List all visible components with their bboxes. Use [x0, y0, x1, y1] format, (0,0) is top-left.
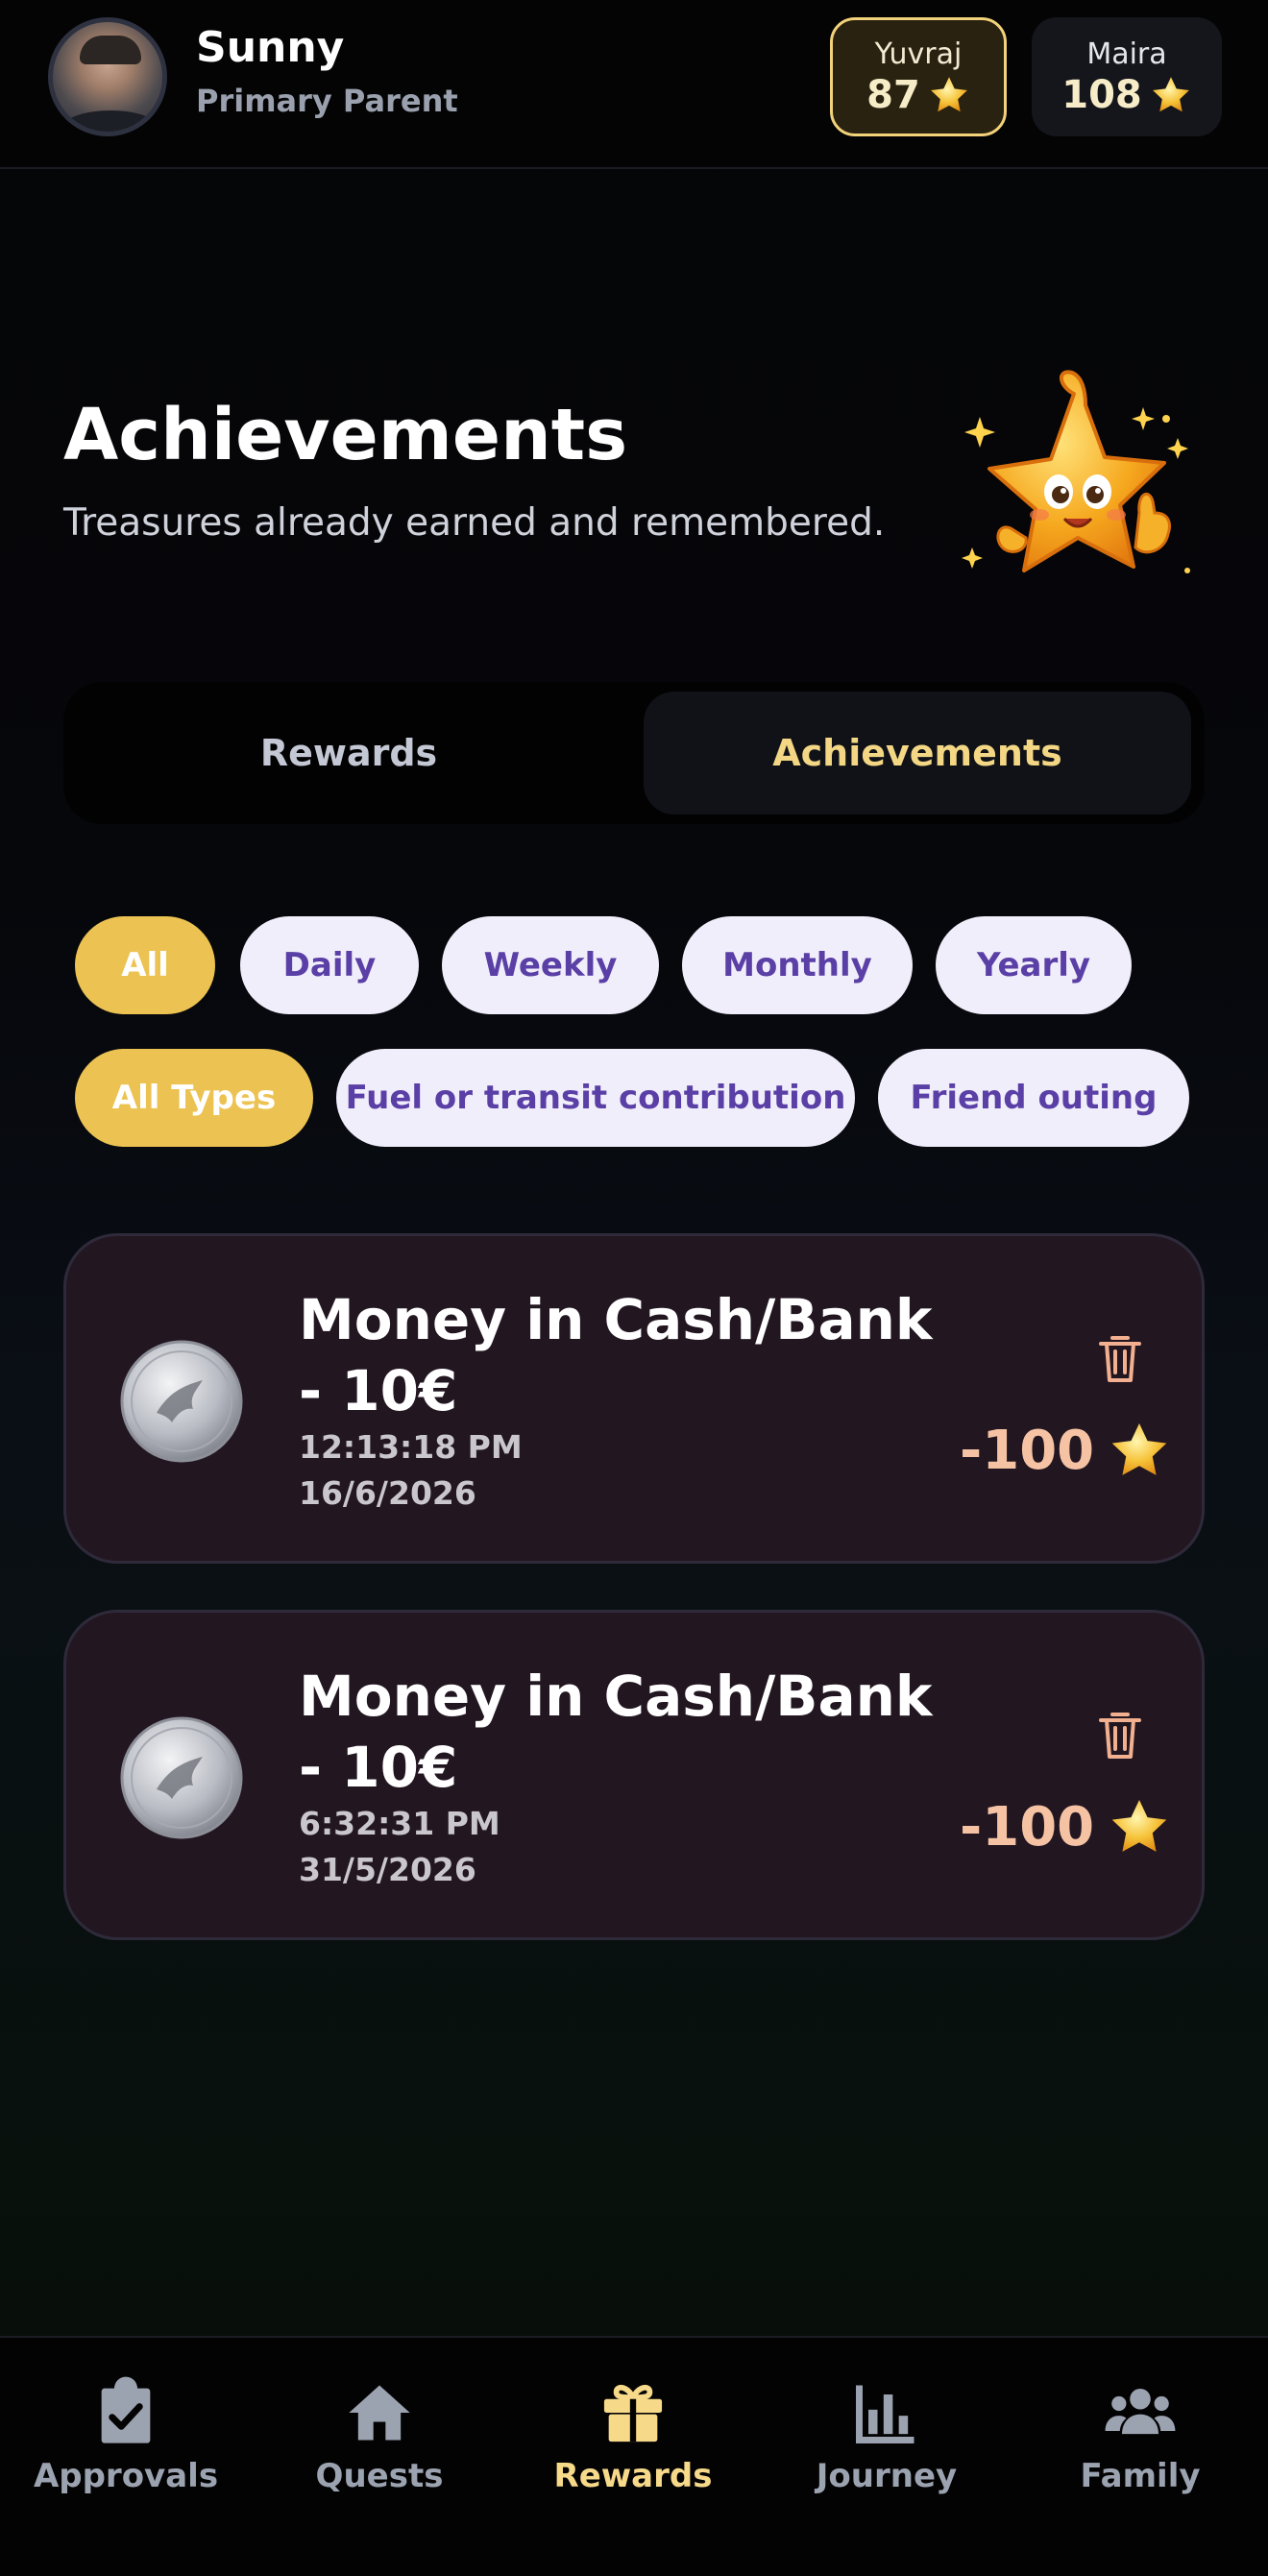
filter-monthly[interactable]: Monthly — [682, 916, 913, 1014]
star-icon — [1152, 76, 1189, 111]
kid-selector-yuvraj[interactable]: Yuvraj 87 — [830, 17, 1007, 136]
nav-journey[interactable]: Journey — [767, 2376, 1007, 2495]
trash-icon[interactable] — [1096, 1709, 1144, 1762]
avatar[interactable] — [48, 17, 167, 136]
bottom-navigation: Approvals Quests Rewards Journey Family — [0, 2336, 1268, 2576]
achievement-title: Money in Cash/Bank - 10€ — [299, 1287, 933, 1423]
achievement-timestamp: 6:32:31 PM 31/5/2026 — [299, 1801, 500, 1893]
filter-friend-outing[interactable]: Friend outing — [878, 1049, 1189, 1147]
rewards-achievements-toggle: Rewards Achievements — [63, 682, 1205, 824]
coin-icon — [120, 1716, 243, 1839]
tab-achievements[interactable]: Achievements — [644, 692, 1191, 814]
nav-label: Rewards — [553, 2457, 713, 2495]
tab-rewards[interactable]: Rewards — [73, 692, 624, 814]
achievement-timestamp: 12:13:18 PM 16/6/2026 — [299, 1424, 523, 1517]
filter-weekly[interactable]: Weekly — [442, 916, 659, 1014]
nav-label: Quests — [315, 2457, 444, 2495]
achievement-time: 12:13:18 PM — [299, 1428, 523, 1466]
achievement-card[interactable]: Money in Cash/Bank - 10€ 6:32:31 PM 31/5… — [63, 1610, 1205, 1940]
points-value: -100 — [960, 1419, 1095, 1482]
user-role: Primary Parent — [196, 83, 458, 119]
clipboard-check-icon — [101, 2376, 151, 2443]
kid-points-value: 108 — [1061, 72, 1142, 117]
filter-yearly[interactable]: Yearly — [936, 916, 1132, 1014]
achievement-date: 31/5/2026 — [299, 1851, 476, 1888]
nav-approvals[interactable]: Approvals — [6, 2376, 246, 2495]
star-icon — [930, 76, 967, 111]
filter-all[interactable]: All — [75, 916, 215, 1014]
kid-selector-maira[interactable]: Maira 108 — [1032, 17, 1222, 136]
gift-icon — [603, 2385, 663, 2442]
kid-points-value: 87 — [866, 72, 920, 117]
user-name: Sunny — [196, 23, 345, 72]
trash-icon[interactable] — [1096, 1332, 1144, 1386]
nav-label: Journey — [816, 2457, 958, 2495]
achievement-date: 16/6/2026 — [299, 1474, 476, 1512]
top-header: Sunny Primary Parent Yuvraj 87 Maira 108 — [0, 0, 1268, 169]
page-subtitle: Treasures already earned and remembered. — [63, 501, 886, 545]
achievement-card[interactable]: Money in Cash/Bank - 10€ 12:13:18 PM 16/… — [63, 1233, 1205, 1564]
kid-points: 87 — [866, 73, 970, 117]
bar-chart-icon — [856, 2385, 914, 2443]
achievement-points: -100 — [960, 1795, 1171, 1859]
kid-name: Yuvraj — [874, 36, 963, 71]
filter-fuel-transit[interactable]: Fuel or transit contribution — [336, 1049, 855, 1147]
nav-quests[interactable]: Quests — [259, 2376, 500, 2495]
nav-label: Family — [1080, 2457, 1201, 2495]
home-icon — [349, 2385, 410, 2441]
nav-rewards[interactable]: Rewards — [513, 2376, 753, 2495]
page-title: Achievements — [63, 394, 628, 476]
points-value: -100 — [960, 1795, 1095, 1859]
filter-all-types[interactable]: All Types — [75, 1049, 313, 1147]
achievement-title: Money in Cash/Bank - 10€ — [299, 1664, 933, 1800]
filter-daily[interactable]: Daily — [240, 916, 419, 1014]
users-icon — [1105, 2388, 1176, 2435]
coin-icon — [120, 1340, 243, 1463]
nav-label: Approvals — [33, 2457, 219, 2495]
star-icon — [1111, 1799, 1167, 1852]
star-mascot-icon — [962, 370, 1190, 573]
achievement-points: -100 — [960, 1419, 1171, 1482]
kid-name: Maira — [1086, 36, 1167, 71]
achievement-time: 6:32:31 PM — [299, 1805, 500, 1842]
nav-family[interactable]: Family — [1020, 2376, 1260, 2495]
kid-points: 108 — [1061, 73, 1192, 117]
star-icon — [1111, 1422, 1167, 1475]
